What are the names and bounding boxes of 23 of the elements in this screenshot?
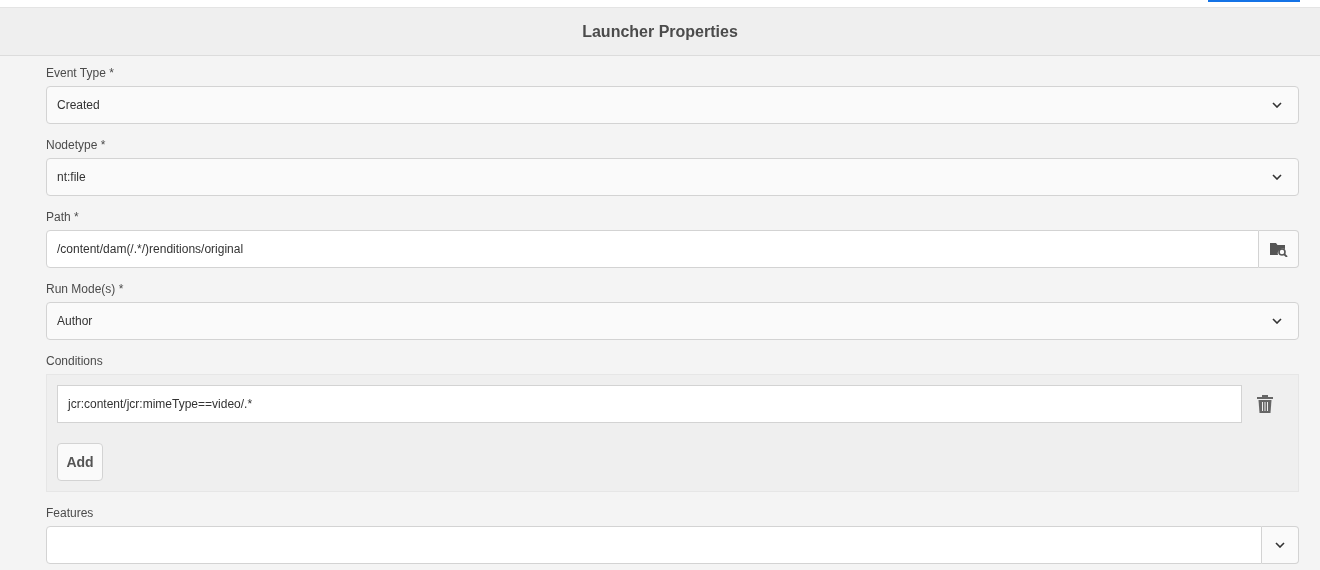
field-label: Nodetype *: [46, 137, 107, 154]
browse-button[interactable]: [1259, 230, 1299, 268]
chevron-down-icon: [1275, 542, 1285, 548]
dropdown-button[interactable]: [1262, 526, 1299, 564]
field-label: Run Mode(s) *: [46, 281, 125, 298]
field-label: Features: [46, 505, 95, 522]
add-button[interactable]: Add: [57, 443, 103, 481]
chevron-down-icon: [1272, 318, 1282, 324]
path-input-field[interactable]: /content/dam(/.*/)renditions/original: [46, 230, 1259, 268]
chevron-down-icon: [1272, 174, 1282, 180]
dialog-title: Launcher Properties: [582, 21, 738, 42]
toolbar-button-edge[interactable]: [1208, 0, 1300, 2]
field-label: Conditions: [46, 353, 104, 370]
select-dropdown[interactable]: nt:file: [46, 158, 1299, 196]
condition-input-field[interactable]: jcr:content/jcr:mimeType==video/.*: [57, 385, 1242, 423]
field-label: Path *: [46, 209, 80, 226]
features-input-field[interactable]: [46, 526, 1262, 564]
chevron-down-icon: [1272, 102, 1282, 108]
select-dropdown[interactable]: Author: [46, 302, 1299, 340]
folder-search-icon: [1269, 241, 1288, 257]
trash-icon: [1257, 395, 1273, 413]
field-label: Event Type *: [46, 65, 115, 82]
select-dropdown[interactable]: Created: [46, 86, 1299, 124]
